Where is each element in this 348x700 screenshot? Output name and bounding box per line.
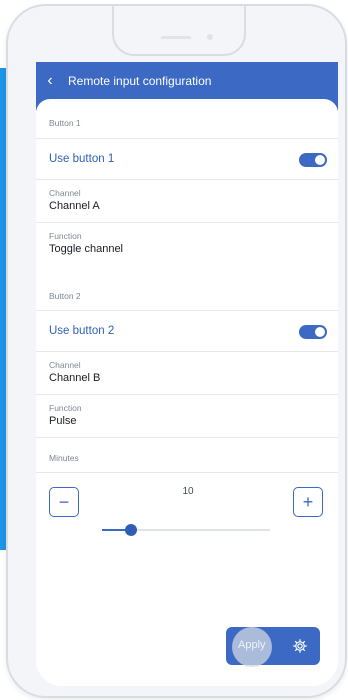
use-button-2-row[interactable]: Use button 2 [36,310,338,351]
function-field-1[interactable]: Function Toggle channel [36,222,338,271]
use-button-1-label: Use button 1 [49,153,115,165]
function-caption: Function [49,403,82,413]
function-field-2[interactable]: Function Pulse [36,394,338,437]
chevron-left-icon[interactable]: ‹ [36,62,64,99]
channel-field-2[interactable]: Channel Channel B [36,351,338,394]
channel-value: Channel A [49,200,100,212]
minutes-slider[interactable] [102,524,270,536]
slider-thumb[interactable] [125,524,137,536]
function-value: Pulse [49,415,77,427]
phone-notch [112,6,246,56]
toggle-knob [315,155,325,165]
phone-speaker [161,36,191,39]
channel-field-1[interactable]: Channel Channel A [36,179,338,222]
toggle-knob [315,327,325,337]
use-button-1-toggle[interactable] [299,153,327,167]
minutes-value: 10 [182,486,194,497]
use-button-1-row[interactable]: Use button 1 [36,138,338,179]
channel-caption: Channel [49,188,81,198]
use-button-2-label: Use button 2 [49,325,115,337]
minutes-header-row: Minutes [36,437,338,473]
minutes-label: Minutes [49,453,79,463]
main-content: Button 1 Use button 1 Channel Channel A … [36,99,338,686]
apply-button[interactable]: Apply [226,627,320,667]
function-value: Toggle channel [49,243,124,255]
decrement-button[interactable]: − [49,487,79,517]
section-label-button-2: Button 2 [49,291,81,301]
apply-label: Apply [238,639,266,651]
increment-button[interactable]: + [293,487,323,517]
section-label-button-1: Button 1 [49,118,81,128]
use-button-2-toggle[interactable] [299,325,327,339]
channel-caption: Channel [49,360,81,370]
function-caption: Function [49,231,82,241]
phone-camera [207,34,213,40]
app-screen: ‹ Remote input configuration Button 1 Us… [36,62,338,686]
page-title: Remote input configuration [68,73,212,88]
channel-value: Channel B [49,372,101,384]
phone-frame: ‹ Remote input configuration Button 1 Us… [6,4,347,698]
gear-icon[interactable] [292,638,308,654]
divider [36,472,338,473]
app-header: ‹ Remote input configuration [36,62,338,99]
